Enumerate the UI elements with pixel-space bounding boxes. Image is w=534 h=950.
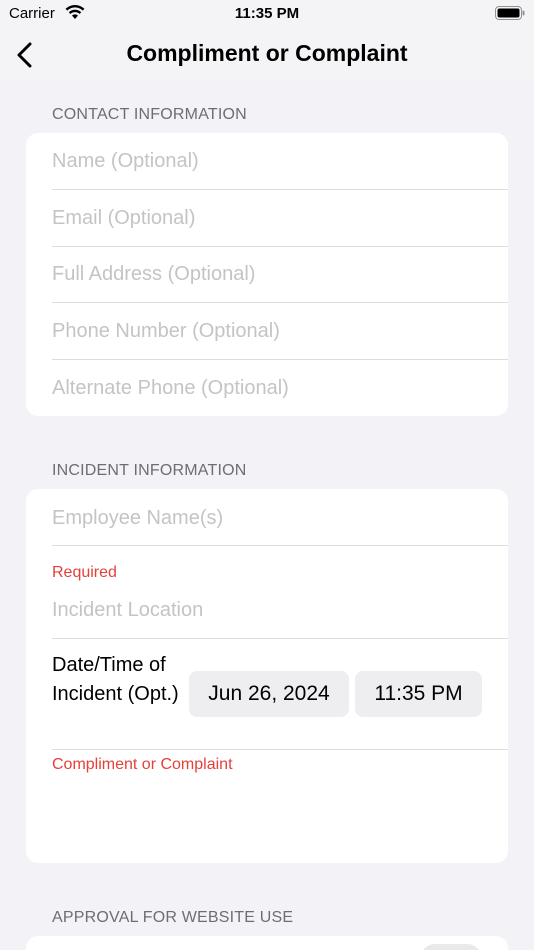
divider (52, 246, 508, 247)
datetime-label: Date/Time of Incident (Opt.) (52, 654, 179, 705)
approval-toggle[interactable] (420, 944, 482, 950)
address-field[interactable]: Full Address (Optional) (52, 263, 508, 286)
incident-card: Employee Name(s) Required Incident Locat… (26, 489, 508, 863)
divider (52, 302, 508, 303)
status-bar: Carrier 11:35 PM (0, 0, 534, 28)
email-field[interactable]: Email (Optional) (52, 207, 508, 230)
required-label: Required (52, 564, 117, 581)
contact-card: Name (Optional) Email (Optional) Full Ad… (26, 133, 508, 416)
divider (52, 638, 508, 639)
alternate-phone-field[interactable]: Alternate Phone (Optional) (52, 377, 508, 400)
compliment-complaint-textarea[interactable] (52, 781, 482, 851)
divider (52, 189, 508, 190)
incident-section-header: INCIDENT INFORMATION (52, 462, 247, 479)
compliment-complaint-label: Compliment or Complaint (52, 756, 233, 773)
time-picker-button[interactable]: 11:35 PM (355, 671, 482, 717)
approval-section-header: APPROVAL FOR WEBSITE USE (52, 909, 294, 926)
approval-card (26, 936, 508, 950)
page-title: Compliment or Complaint (126, 40, 408, 66)
name-field[interactable]: Name (Optional) (52, 150, 508, 173)
divider (52, 545, 508, 546)
date-picker-button[interactable]: Jun 26, 2024 (189, 671, 349, 717)
employee-name-field[interactable]: Employee Name(s) (52, 507, 508, 530)
incident-location-field[interactable]: Incident Location (52, 599, 508, 622)
navigation-bar: Compliment or Complaint (0, 28, 534, 82)
contact-section-header: CONTACT INFORMATION (52, 106, 247, 123)
battery-icon (495, 6, 525, 20)
status-time: 11:35 PM (234, 5, 300, 22)
divider (52, 359, 508, 360)
phone-field[interactable]: Phone Number (Optional) (52, 320, 508, 343)
divider (52, 749, 508, 750)
